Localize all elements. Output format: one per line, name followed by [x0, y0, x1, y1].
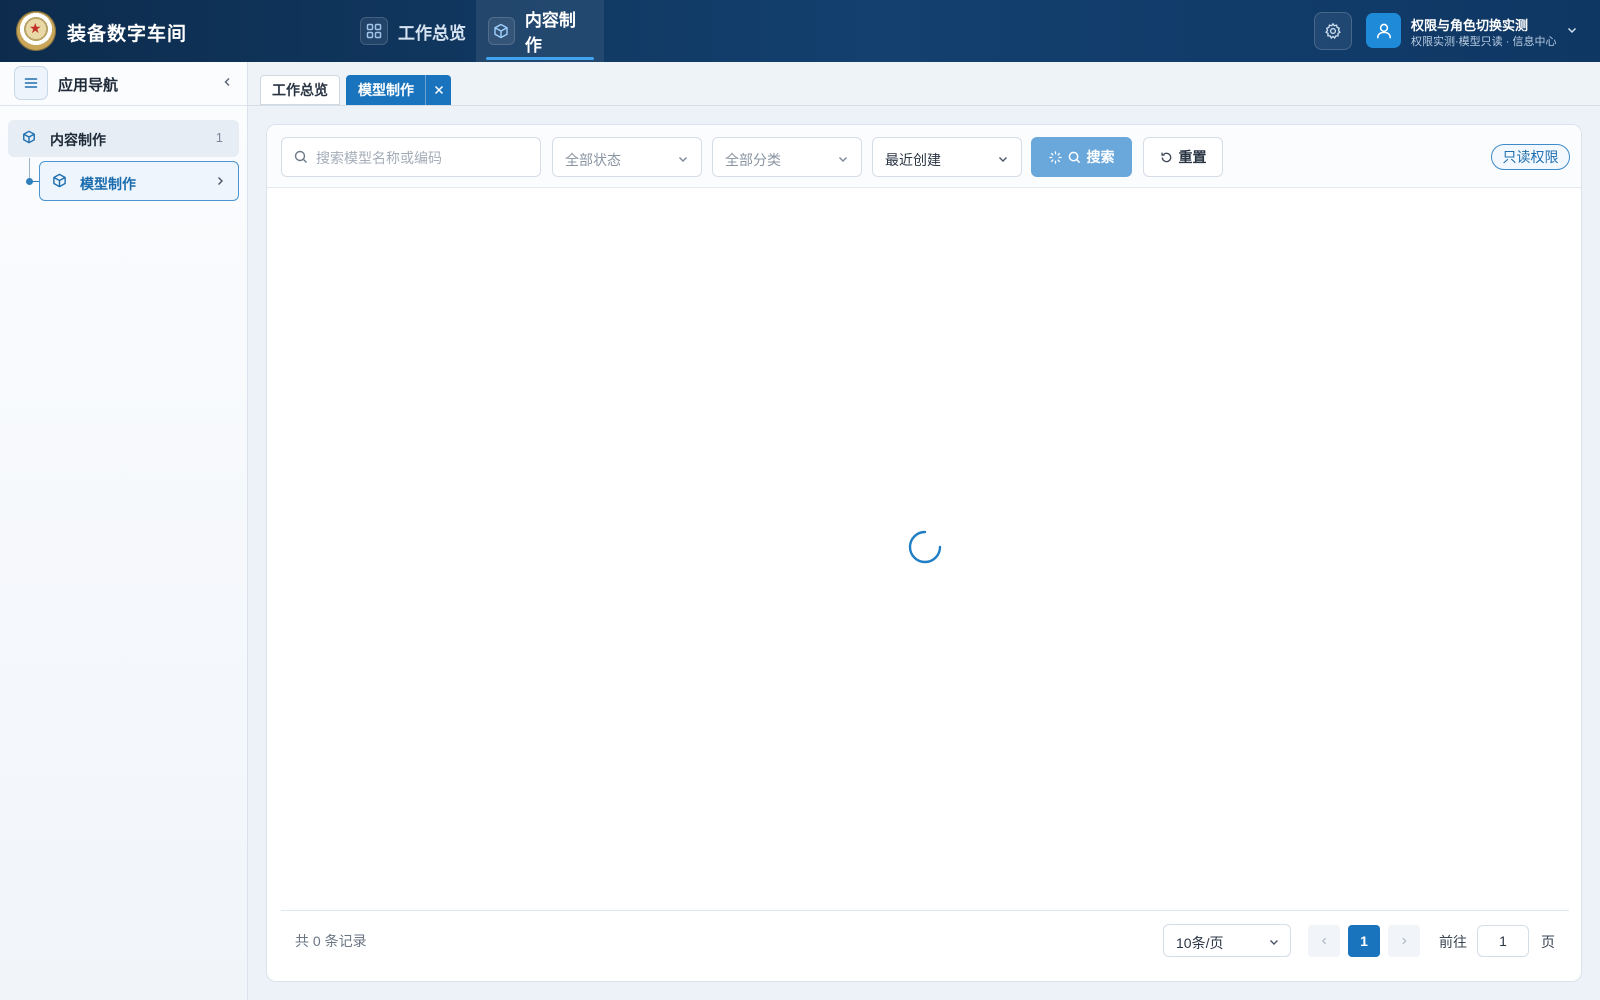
- grid-icon: [360, 17, 388, 45]
- sidebar: 应用导航 内容制作 1 模型制作: [0, 62, 248, 1000]
- close-tab-button[interactable]: [425, 75, 451, 105]
- search-field[interactable]: [281, 137, 541, 177]
- loading-icon: [1048, 150, 1062, 164]
- tab-overview[interactable]: 工作总览: [260, 75, 340, 105]
- top-header: ★ 装备数字车间 工作总览 内容制作 权限与角色切换实测 权限实测·模型只读 ·…: [0, 0, 1600, 62]
- category-select-value: 全部分类: [725, 152, 781, 168]
- menu-toggle-button[interactable]: [14, 66, 48, 100]
- current-page-button[interactable]: 1: [1348, 925, 1380, 957]
- sidebar-group-label: 内容制作: [50, 132, 106, 148]
- sidebar-item-label: 模型制作: [80, 176, 136, 192]
- tab-model-production[interactable]: 模型制作: [346, 75, 451, 105]
- status-select[interactable]: 全部状态: [552, 137, 702, 177]
- sidebar-item-model-production[interactable]: 模型制作: [39, 161, 239, 201]
- sort-select-value: 最近创建: [885, 152, 941, 168]
- next-page-button[interactable]: [1388, 925, 1420, 957]
- goto-label: 前往: [1439, 934, 1467, 950]
- gear-icon: [1325, 22, 1341, 40]
- tab-overview-label: 工作总览: [272, 82, 328, 98]
- sidebar-group-content[interactable]: 内容制作 1: [8, 120, 239, 157]
- user-icon: [1376, 23, 1391, 38]
- chevron-right-icon: [1402, 937, 1407, 945]
- page-size-select[interactable]: 10条/页: [1163, 924, 1291, 957]
- sidebar-header: 应用导航: [0, 62, 247, 106]
- chevron-down-icon: [837, 152, 849, 168]
- chevron-down-icon[interactable]: [1566, 23, 1578, 41]
- user-menu[interactable]: 权限与角色切换实测 权限实测·模型只读 · 信息中心: [1366, 12, 1590, 50]
- chevron-left-icon: [224, 77, 230, 87]
- menu-icon: [24, 78, 38, 88]
- settings-button[interactable]: [1314, 12, 1352, 50]
- total-records: 共 0 条记录: [295, 933, 367, 949]
- permission-badge: 只读权限: [1491, 144, 1570, 170]
- sort-select[interactable]: 最近创建: [872, 137, 1022, 177]
- app-title: 装备数字车间: [67, 24, 188, 45]
- top-nav-overview-label: 工作总览: [398, 23, 466, 43]
- search-input[interactable]: [316, 147, 532, 169]
- sidebar-group-count: 1: [215, 130, 223, 145]
- cube-icon: [488, 17, 515, 45]
- search-button[interactable]: 搜索: [1031, 137, 1132, 177]
- search-button-label: 搜索: [1086, 149, 1115, 165]
- page-size-value: 10条/页: [1176, 935, 1224, 951]
- chevron-left-icon: [1321, 937, 1327, 945]
- prev-page-button[interactable]: [1308, 925, 1340, 957]
- app-logo-icon: ★: [16, 11, 56, 51]
- top-nav-overview[interactable]: 工作总览: [348, 0, 480, 62]
- cube-icon: [22, 130, 36, 149]
- status-select-value: 全部状态: [565, 152, 621, 168]
- collapse-sidebar-button[interactable]: [218, 73, 236, 91]
- footer-divider: [281, 910, 1569, 911]
- chevron-down-icon: [1268, 935, 1280, 951]
- chevron-right-icon: [214, 174, 226, 192]
- category-select[interactable]: 全部分类: [712, 137, 862, 177]
- reset-button[interactable]: 重置: [1143, 137, 1223, 177]
- refresh-icon: [1160, 152, 1171, 162]
- chevron-down-icon: [677, 152, 689, 168]
- page-tab-bar: 工作总览 模型制作: [248, 62, 1600, 106]
- chevron-down-icon: [997, 152, 1009, 168]
- search-icon: [1068, 151, 1080, 163]
- avatar: [1366, 13, 1401, 48]
- user-subtitle: 权限实测·模型只读 · 信息中心: [1411, 36, 1557, 48]
- top-nav-content-label: 内容制作: [524, 11, 576, 55]
- reset-button-label: 重置: [1178, 149, 1207, 165]
- close-icon: [434, 85, 443, 95]
- tab-model-production-label: 模型制作: [358, 82, 414, 98]
- top-nav-content[interactable]: 内容制作: [476, 0, 604, 62]
- main-content-card: 全部状态 全部分类 最近创建 搜索: [266, 124, 1582, 982]
- goto-suffix: 页: [1541, 934, 1555, 950]
- tree-node-dot: [26, 178, 33, 185]
- search-icon: [294, 150, 308, 169]
- filter-bar: 全部状态 全部分类 最近创建 搜索: [267, 125, 1581, 188]
- cube-icon: [52, 173, 67, 193]
- user-name: 权限与角色切换实测: [1411, 18, 1529, 33]
- goto-page-input[interactable]: [1477, 925, 1529, 957]
- sidebar-title: 应用导航: [58, 77, 119, 94]
- loading-spinner-icon: [908, 530, 942, 564]
